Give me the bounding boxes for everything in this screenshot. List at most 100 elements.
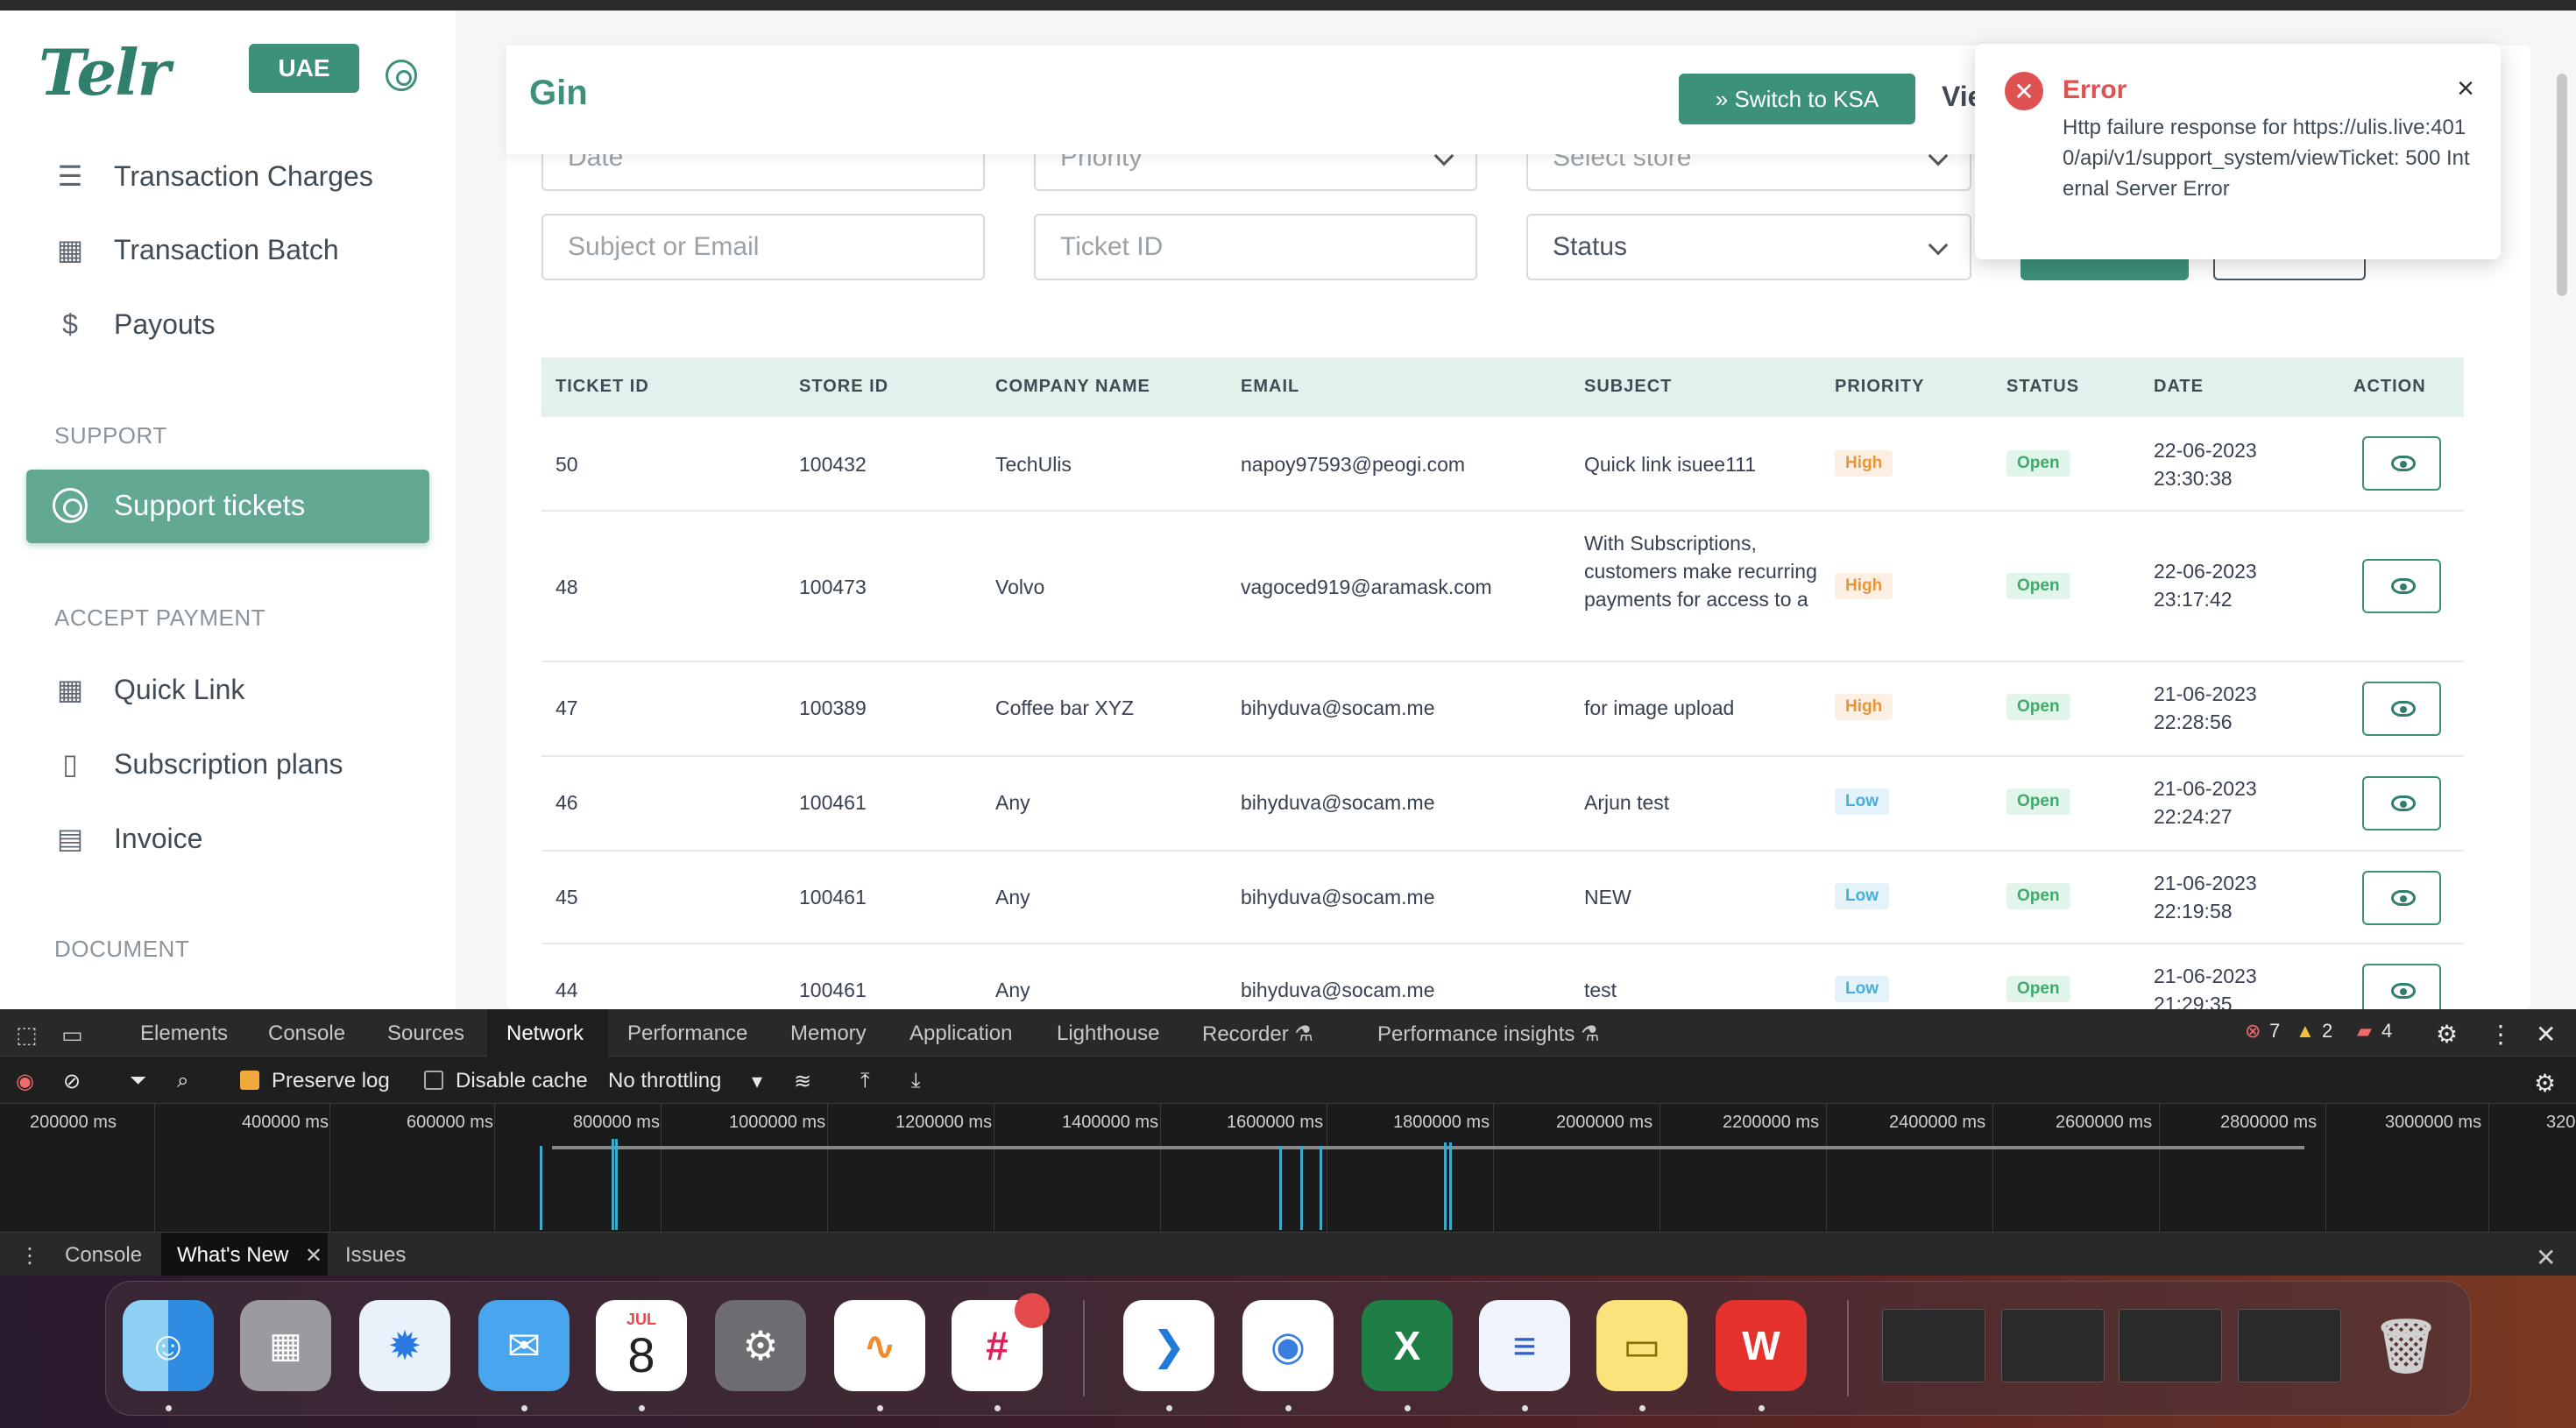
col-action[interactable]: ACTION	[2353, 377, 2426, 397]
status-badge: Open	[2006, 883, 2070, 909]
tab-lighthouse[interactable]: Lighthouse	[1057, 1022, 1159, 1046]
telr-logo[interactable]: Telr	[39, 35, 170, 110]
status-badge: Open	[2006, 450, 2070, 477]
email: bihyduva@socam.me	[1241, 979, 1435, 1001]
preserve-log-checkbox[interactable]	[240, 1071, 259, 1090]
col-ticket-id[interactable]: TICKET ID	[556, 377, 649, 397]
minimized-window-thumbnail[interactable]	[2238, 1309, 2341, 1382]
timeline-request-spike	[612, 1139, 614, 1230]
vscode-icon[interactable]: ❯	[1123, 1300, 1214, 1391]
tab-network[interactable]: Network	[506, 1022, 584, 1046]
eye-icon	[2391, 795, 2416, 811]
network-overview-timeline[interactable]: 200000 ms 400000 ms 600000 ms 800000 ms …	[0, 1104, 2576, 1232]
minimized-window-thumbnail[interactable]	[2119, 1309, 2222, 1382]
running-indicator	[1166, 1405, 1172, 1411]
close-icon[interactable]: ✕	[305, 1243, 322, 1269]
view-ticket-button[interactable]	[2362, 776, 2441, 831]
page-scrollbar[interactable]	[2557, 74, 2567, 296]
close-drawer-icon[interactable]: ✕	[2536, 1243, 2556, 1272]
close-devtools-icon[interactable]: ✕	[2536, 1020, 2556, 1049]
col-status[interactable]: STATUS	[2006, 377, 2079, 397]
status-select[interactable]: Status	[1526, 214, 1971, 280]
tab-performance[interactable]: Performance	[627, 1022, 747, 1046]
col-company-name[interactable]: COMPANY NAME	[995, 377, 1150, 397]
sidebar-item-subscription-plans[interactable]: ▯ Subscription plans	[53, 742, 343, 786]
network-settings-icon[interactable]: ⚙	[2534, 1069, 2556, 1098]
switch-to-ksa-button[interactable]: » Switch to KSA	[1679, 74, 1915, 124]
export-har-icon[interactable]: ⤓	[911, 1069, 921, 1093]
issues-count[interactable]: 4	[2381, 1020, 2392, 1043]
view-ticket-button[interactable]	[2362, 436, 2441, 491]
ticket-id: 50	[556, 453, 578, 476]
trash-icon[interactable]: 🗑	[2360, 1300, 2452, 1391]
eye-icon	[2391, 578, 2416, 594]
tab-elements[interactable]: Elements	[140, 1022, 228, 1046]
toast-close-button[interactable]: ×	[2457, 72, 2474, 106]
drawer-menu-icon[interactable]: ⋮	[19, 1243, 40, 1269]
view-ticket-button[interactable]	[2362, 871, 2441, 925]
tab-sources[interactable]: Sources	[387, 1022, 464, 1046]
sidebar-item-support-tickets-content[interactable]: Support tickets	[53, 484, 305, 527]
col-date[interactable]: DATE	[2154, 377, 2204, 397]
minimized-window-thumbnail[interactable]	[2001, 1309, 2105, 1382]
sidebar-item-transaction-charges[interactable]: ☰ Transaction Charges	[53, 154, 373, 198]
settings-gear-icon[interactable]: ⚙	[2436, 1020, 2458, 1049]
ticket-id-input[interactable]: Ticket ID	[1034, 214, 1477, 280]
search-icon[interactable]: ⌕	[177, 1069, 188, 1093]
col-email[interactable]: EMAIL	[1241, 377, 1299, 397]
subject-email-input[interactable]: Subject or Email	[541, 214, 985, 280]
record-icon[interactable]: ◉	[16, 1069, 34, 1094]
import-har-icon[interactable]: ⤒	[860, 1069, 870, 1093]
system-settings-icon[interactable]: ⚙	[715, 1300, 806, 1391]
tab-console[interactable]: Console	[268, 1022, 345, 1046]
safari-icon[interactable]: ✹	[359, 1300, 450, 1391]
mail-icon[interactable]: ✉	[478, 1300, 570, 1391]
drawer-tab-console[interactable]: Console	[65, 1243, 142, 1268]
view-ticket-button[interactable]	[2362, 964, 2441, 1009]
device-toolbar-icon[interactable]: ▭	[61, 1022, 83, 1049]
timeline-tick: 1200000 ms	[895, 1113, 993, 1132]
col-store-id[interactable]: STORE ID	[799, 377, 888, 397]
finder-icon[interactable]: ☺	[123, 1300, 214, 1391]
timeline-tick: 1000000 ms	[729, 1113, 826, 1132]
minimized-window-thumbnail[interactable]	[1882, 1309, 1985, 1382]
inspect-icon[interactable]: ⬚	[16, 1022, 38, 1049]
view-ticket-button[interactable]	[2362, 682, 2441, 736]
tab-memory[interactable]: Memory	[790, 1022, 867, 1046]
disable-cache-checkbox[interactable]	[424, 1071, 443, 1090]
warning-count[interactable]: 2	[2322, 1020, 2332, 1043]
running-indicator	[166, 1405, 172, 1411]
view-ticket-button[interactable]	[2362, 559, 2441, 613]
clear-icon[interactable]: ⊘	[63, 1069, 81, 1094]
table-row: 45 100461 Any bihyduva@socam.me NEW Low …	[541, 852, 2464, 944]
chevron-down-icon: ▾	[752, 1070, 763, 1093]
filter-icon[interactable]: ⏷	[130, 1069, 146, 1093]
error-count[interactable]: 7	[2269, 1020, 2280, 1043]
sidebar-item-payouts[interactable]: $ Payouts	[53, 302, 216, 346]
sidebar-item-quick-link[interactable]: ▦ Quick Link	[53, 668, 245, 711]
notes-icon[interactable]: ▭	[1596, 1300, 1688, 1391]
col-priority[interactable]: PRIORITY	[1835, 377, 1924, 397]
drawer-tab-issues[interactable]: Issues	[345, 1243, 406, 1268]
chrome-icon[interactable]: ◉	[1242, 1300, 1334, 1391]
launchpad-icon[interactable]: ▦	[240, 1300, 331, 1391]
excel-icon[interactable]: X	[1362, 1300, 1453, 1391]
running-indicator	[1405, 1405, 1411, 1411]
sidebar-item-transaction-batch[interactable]: ▦ Transaction Batch	[53, 228, 339, 272]
tab-performance-insights[interactable]: Performance insights ⚗	[1377, 1022, 1600, 1047]
calendar-icon[interactable]: JUL 8	[596, 1300, 687, 1391]
sidebar-item-invoice[interactable]: ▤ Invoice	[53, 817, 203, 860]
tab-application[interactable]: Application	[909, 1022, 1012, 1046]
col-subject[interactable]: SUBJECT	[1584, 377, 1672, 397]
freeform-icon[interactable]: ∿	[834, 1300, 925, 1391]
wps-office-icon[interactable]: W	[1716, 1300, 1807, 1391]
running-indicator	[1285, 1405, 1292, 1411]
target-icon[interactable]	[386, 60, 417, 91]
region-uae-button[interactable]: UAE	[249, 44, 359, 93]
network-conditions-icon[interactable]: ≋	[794, 1069, 811, 1094]
more-options-icon[interactable]: ⋮	[2488, 1020, 2513, 1049]
tab-recorder[interactable]: Recorder ⚗	[1202, 1022, 1313, 1047]
throttling-select[interactable]: No throttling	[608, 1069, 721, 1093]
drawer-tab-whats-new[interactable]: What's New	[177, 1243, 288, 1268]
textedit-icon[interactable]: ≡	[1479, 1300, 1570, 1391]
